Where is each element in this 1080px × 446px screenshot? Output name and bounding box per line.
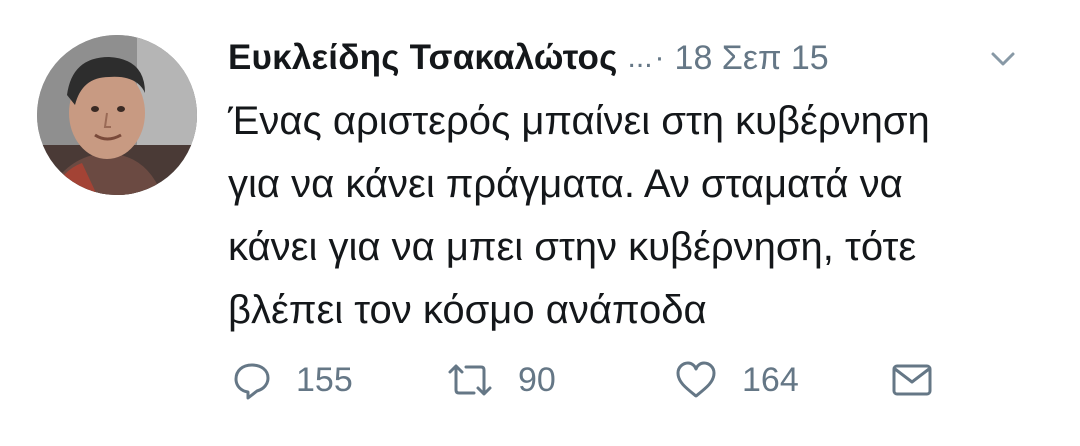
tweet-text-line: Ένας αριστερός μπαίνει στη κυβέρνηση xyxy=(228,99,930,143)
tweet-header: Ευκλείδης Τσακαλώτος ... · 18 Σεπ 15 xyxy=(228,34,1050,82)
tweet-text: Ένας αριστερός μπαίνει στη κυβέρνηση για… xyxy=(228,90,1048,342)
retweet-button[interactable]: 90 xyxy=(446,352,556,408)
author-name[interactable]: Ευκλείδης Τσακαλώτος xyxy=(228,38,618,78)
like-count: 164 xyxy=(742,360,799,399)
like-button[interactable]: 164 xyxy=(674,352,799,408)
tweet-card: Ευκλείδης Τσακαλώτος ... · 18 Σεπ 15 Ένα… xyxy=(0,0,1080,446)
tweet-date[interactable]: 18 Σεπ 15 xyxy=(675,39,829,78)
tweet-text-line: για να κάνει πράγματα. Αν σταματά να xyxy=(228,162,903,206)
avatar-photo xyxy=(37,35,197,195)
reply-button[interactable]: 155 xyxy=(232,352,353,408)
tweet-actions: 155 90 164 xyxy=(228,352,1048,408)
heart-icon xyxy=(674,360,718,400)
envelope-icon xyxy=(890,360,934,400)
reply-count: 155 xyxy=(296,360,353,399)
retweet-arrows-icon xyxy=(446,360,494,400)
author-handle[interactable]: ... xyxy=(628,41,653,75)
chevron-down-icon[interactable] xyxy=(986,44,1020,74)
retweet-count: 90 xyxy=(518,360,556,399)
separator: · xyxy=(654,41,665,74)
tweet-text-line: βλέπει τον κόσμο ανάποδα xyxy=(228,288,707,332)
avatar[interactable] xyxy=(37,35,197,195)
direct-message-button[interactable] xyxy=(890,352,934,408)
speech-bubble-icon xyxy=(232,360,272,400)
tweet-text-line: κάνει για να μπει στην κυβέρνηση, τότε xyxy=(228,225,917,269)
